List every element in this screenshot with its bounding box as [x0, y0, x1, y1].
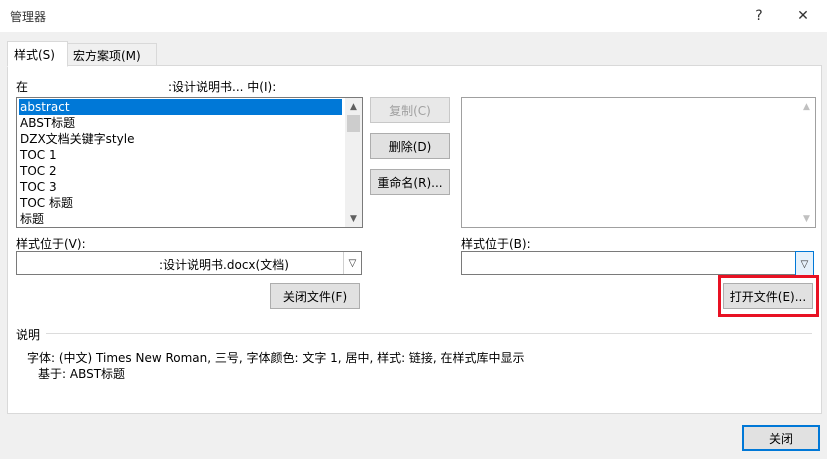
scrollbar[interactable]: ▲ ▼	[345, 98, 362, 227]
left-combo-value: :设计说明书.docx(文档)	[159, 258, 289, 272]
scroll-up-icon[interactable]: ▲	[798, 98, 815, 115]
delete-button[interactable]: 删除(D)	[370, 133, 450, 159]
copy-button[interactable]: 复制(C)	[370, 97, 450, 123]
description-line-2: 基于: ABST标题	[38, 367, 126, 381]
window-title: 管理器	[10, 10, 47, 24]
scroll-up-icon[interactable]: ▲	[345, 98, 362, 115]
styles-listbox[interactable]: abstract ABST标题 DZX文档关键字style TOC 1 TOC …	[16, 97, 363, 228]
close-file-button[interactable]: 关闭文件(F)	[270, 283, 360, 309]
right-document-combo[interactable]: ▽	[461, 251, 814, 277]
left-styles-in-label: 样式位于(V):	[16, 237, 86, 251]
scroll-down-icon[interactable]: ▼	[345, 210, 362, 227]
scrollbar[interactable]: ▲ ▼	[798, 98, 815, 227]
title-bar	[0, 0, 827, 32]
list-item[interactable]: abstract	[19, 99, 342, 115]
scroll-thumb[interactable]	[347, 115, 360, 132]
help-button[interactable]: ?	[744, 4, 774, 28]
highlight-box	[718, 275, 819, 317]
list-item[interactable]: 标题	[19, 211, 342, 227]
list-item[interactable]: TOC 1	[19, 147, 342, 163]
in-document-label: :设计说明书... 中(I):	[168, 80, 277, 94]
chevron-down-icon[interactable]: ▽	[795, 251, 814, 277]
chevron-down-icon[interactable]: ▽	[343, 252, 361, 274]
in-label-prefix: 在	[16, 80, 29, 94]
left-document-combo[interactable]: :设计说明书.docx(文档) ▽	[16, 251, 362, 275]
right-styles-in-label: 样式位于(B):	[461, 237, 531, 251]
close-icon[interactable]: ✕	[788, 4, 818, 28]
tab-macro-items[interactable]: 宏方案项(M)	[66, 43, 157, 67]
scroll-down-icon[interactable]: ▼	[798, 210, 815, 227]
list-item[interactable]: DZX文档关键字style	[19, 131, 342, 147]
target-styles-listbox[interactable]: ▲ ▼	[461, 97, 816, 228]
list-item[interactable]: TOC 2	[19, 163, 342, 179]
close-button[interactable]: 关闭	[742, 425, 820, 451]
description-line-1: 字体: (中文) Times New Roman, 三号, 字体颜色: 文字 1…	[27, 351, 525, 365]
rename-button[interactable]: 重命名(R)...	[370, 169, 450, 195]
description-header: 说明	[16, 328, 41, 342]
list-item[interactable]: ABST标题	[19, 115, 342, 131]
divider	[46, 333, 812, 334]
list-item[interactable]: TOC 标题	[19, 195, 342, 211]
tab-styles[interactable]: 样式(S)	[7, 41, 68, 67]
list-item[interactable]: TOC 3	[19, 179, 342, 195]
